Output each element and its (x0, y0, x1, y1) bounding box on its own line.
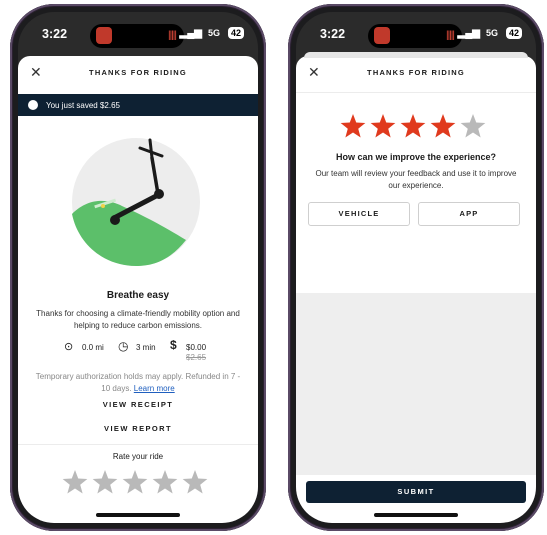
submit-button[interactable]: SUBMIT (306, 481, 526, 503)
divider (18, 444, 258, 445)
screen-left: 3:22 ||||| ▂▄▆ 5G 42 ✕ THANKS FOR RIDING… (18, 12, 258, 523)
vehicle-option-button[interactable]: VEHICLE (308, 202, 410, 226)
headline: Breathe easy (106, 290, 170, 301)
feedback-sheet: ✕ THANKS FOR RIDING How can we improve t… (296, 52, 536, 523)
learn-more-link[interactable]: Learn more (134, 384, 175, 393)
rate-label: Rate your ride (112, 452, 164, 461)
duration-value: 3 min (136, 343, 156, 352)
body-text: Thanks for choosing a climate-friendly m… (36, 309, 240, 330)
battery-badge: 42 (227, 27, 244, 39)
signal-icon: ▂▄▆ (457, 28, 480, 39)
scooter-illustration (72, 138, 200, 266)
sheet-header: ✕ THANKS FOR RIDING (296, 56, 536, 92)
dynamic-island: ||||| (90, 24, 184, 48)
rating-stars[interactable] (62, 468, 214, 498)
phone-right: 3:22 ||||| ▂▄▆ 5G 42 ✕ THANKS FOR RIDING… (288, 4, 544, 531)
savings-badge-icon (28, 100, 38, 110)
recording-icon (96, 27, 112, 44)
phone-left: 3:22 ||||| ▂▄▆ 5G 42 ✕ THANKS FOR RIDING… (10, 4, 266, 531)
home-indicator (374, 513, 458, 517)
screen-right: 3:22 ||||| ▂▄▆ 5G 42 ✕ THANKS FOR RIDING… (296, 12, 536, 523)
clock-icon: ◷ (118, 339, 129, 353)
battery-badge: 42 (505, 27, 522, 39)
home-indicator (96, 513, 180, 517)
page-title: THANKS FOR RIDING (89, 68, 187, 77)
dynamic-island: ||||| (368, 24, 462, 48)
divider (296, 92, 536, 93)
star-icon[interactable] (400, 114, 426, 138)
network-label: 5G (207, 28, 220, 38)
network-label: 5G (485, 28, 498, 38)
rating-stars[interactable] (340, 112, 492, 142)
status-bar: 3:22 ||||| ▂▄▆ 5G 42 (296, 12, 536, 54)
star-icon[interactable] (340, 114, 366, 138)
authorization-note: Temporary authorization holds may apply.… (32, 371, 244, 395)
improve-question: How can we improve the experience? (335, 152, 497, 162)
view-receipt-button[interactable]: VIEW RECEIPT (18, 400, 258, 409)
savings-banner: You just saved $2.65 (18, 94, 258, 116)
signal-icon: ▂▄▆ (179, 28, 202, 39)
status-bar: 3:22 ||||| ▂▄▆ 5G 42 (18, 12, 258, 54)
status-time: 3:22 (42, 27, 68, 41)
price-value: $0.00 (186, 343, 207, 352)
status-time: 3:22 (320, 27, 346, 41)
dollar-icon: $ (170, 338, 177, 352)
content-placeholder (296, 293, 536, 475)
savings-text: You just saved $2.65 (46, 101, 120, 110)
view-report-button[interactable]: VIEW REPORT (18, 424, 258, 433)
star-icon[interactable] (62, 470, 88, 494)
distance-value: 0.0 mi (82, 343, 104, 352)
sheet-header: ✕ THANKS FOR RIDING (18, 56, 258, 92)
app-option-button[interactable]: APP (418, 202, 520, 226)
ride-summary-sheet: ✕ THANKS FOR RIDING You just saved $2.65… (18, 56, 258, 523)
location-pin-icon: ⊙ (64, 341, 74, 353)
recording-icon (374, 27, 390, 44)
price-original: $2.65 (186, 353, 207, 362)
star-icon[interactable] (152, 470, 178, 494)
audio-wave-icon: ||||| (168, 30, 177, 41)
star-icon[interactable] (182, 470, 208, 494)
audio-wave-icon: ||||| (446, 30, 455, 41)
star-icon[interactable] (460, 114, 486, 138)
feedback-subtext: Our team will review your feedback and u… (315, 169, 517, 190)
star-icon[interactable] (370, 114, 396, 138)
star-icon[interactable] (122, 470, 148, 494)
star-icon[interactable] (430, 114, 456, 138)
star-icon[interactable] (92, 470, 118, 494)
page-title: THANKS FOR RIDING (367, 68, 465, 77)
